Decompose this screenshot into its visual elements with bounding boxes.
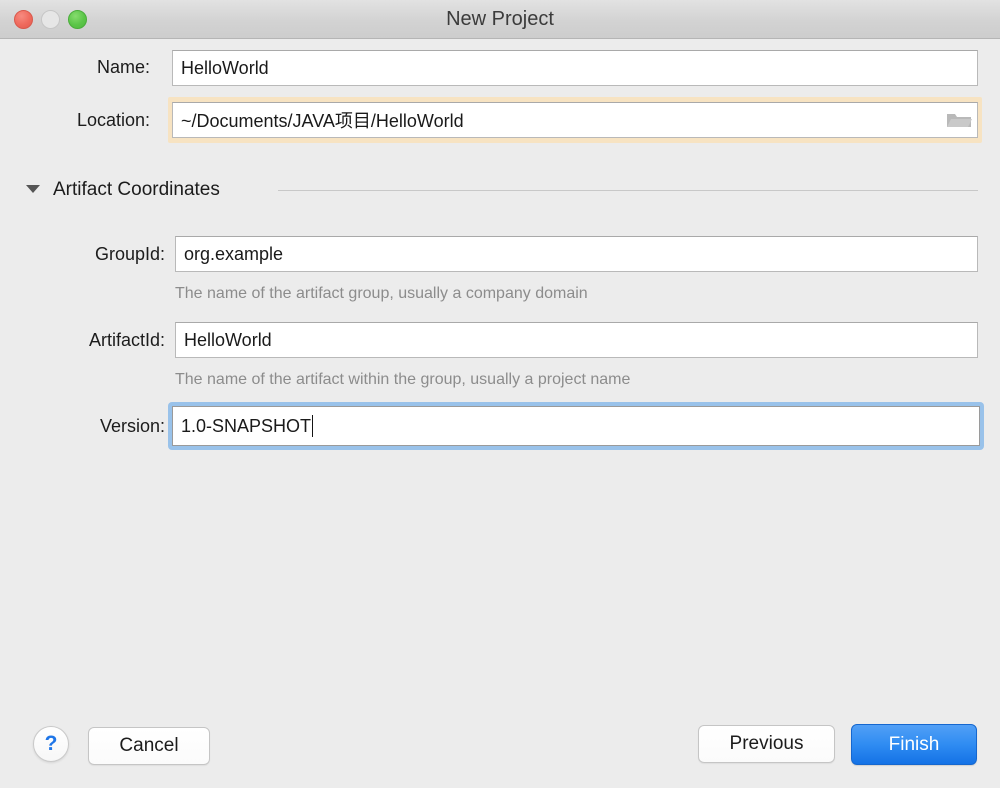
version-input[interactable]: 1.0-SNAPSHOT xyxy=(172,406,980,446)
cancel-button[interactable]: Cancel xyxy=(88,727,210,765)
version-field-wrapper: 1.0-SNAPSHOT xyxy=(168,402,984,450)
version-input-value: 1.0-SNAPSHOT xyxy=(181,416,311,437)
artifactid-input[interactable]: HelloWorld xyxy=(175,322,978,358)
previous-button[interactable]: Previous xyxy=(698,725,835,763)
help-button[interactable]: ? xyxy=(33,726,69,762)
title-bar: New Project xyxy=(0,0,1000,39)
groupid-hint: The name of the artifact group, usually … xyxy=(175,285,588,303)
location-label: Location: xyxy=(0,110,150,131)
name-label: Name: xyxy=(0,57,150,78)
new-project-dialog: New Project Name: HelloWorld Location: ~… xyxy=(0,0,1000,788)
name-input[interactable]: HelloWorld xyxy=(172,50,978,86)
artifactid-label: ArtifactId: xyxy=(0,330,165,351)
text-cursor xyxy=(312,415,313,437)
groupid-input[interactable]: org.example xyxy=(175,236,978,272)
artifact-coordinates-label[interactable]: Artifact Coordinates xyxy=(53,179,220,201)
window-title: New Project xyxy=(0,0,1000,39)
triangle-down-icon[interactable] xyxy=(26,185,40,193)
dialog-body: Name: HelloWorld Location: ~/Documents/J… xyxy=(0,39,1000,788)
finish-button[interactable]: Finish xyxy=(851,724,977,765)
location-input[interactable]: ~/Documents/JAVA项目/HelloWorld xyxy=(172,102,978,138)
artifactid-hint: The name of the artifact within the grou… xyxy=(175,371,630,389)
section-divider xyxy=(278,190,978,191)
version-label: Version: xyxy=(0,416,165,437)
folder-icon[interactable] xyxy=(946,110,972,130)
groupid-label: GroupId: xyxy=(0,244,165,265)
location-field-wrapper: ~/Documents/JAVA项目/HelloWorld xyxy=(168,97,982,143)
